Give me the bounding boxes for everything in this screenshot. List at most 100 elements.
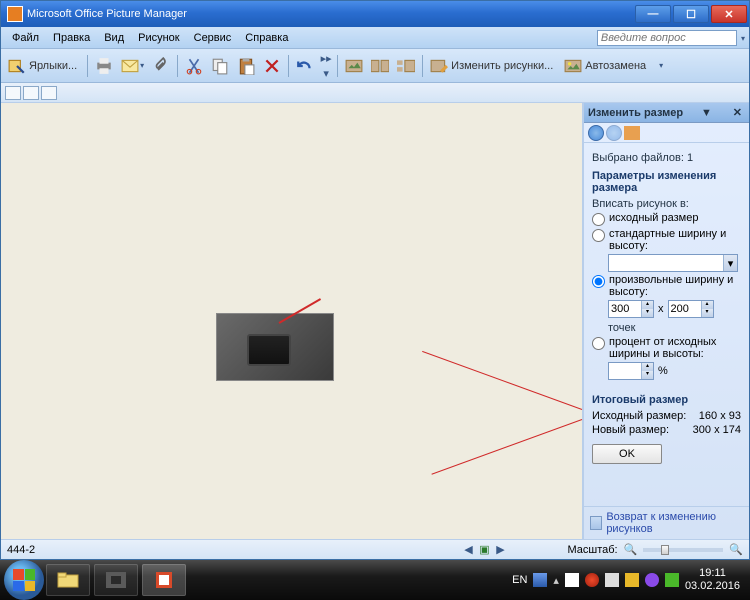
- nav-controls: ◀ ▣ ▶: [461, 543, 507, 557]
- toolbar-overflow[interactable]: ▸▸▾: [319, 52, 333, 80]
- back-icon: [590, 516, 602, 530]
- custom-size-row: ▴▾ x ▴▾: [608, 300, 741, 318]
- width-spinner[interactable]: ▴▾: [608, 300, 654, 318]
- menu-file[interactable]: Файл: [5, 30, 46, 46]
- new-size-value: 300 x 174: [693, 424, 741, 436]
- view-filmstrip-button[interactable]: [23, 86, 39, 100]
- width-input[interactable]: [609, 303, 641, 315]
- panel-header[interactable]: Изменить размер ▼ ✕: [584, 103, 749, 123]
- shortcuts-button[interactable]: Ярлыки...: [5, 53, 83, 79]
- radio-percent[interactable]: процент от исходных ширины и высоты:: [592, 336, 741, 360]
- clock-time: 19:11: [685, 567, 740, 580]
- app-icon: [7, 6, 23, 22]
- menu-picture[interactable]: Рисунок: [131, 30, 187, 46]
- picture-canvas[interactable]: [1, 103, 583, 539]
- panel-dropdown-icon[interactable]: ▼: [698, 107, 715, 119]
- filename-label: 444-2: [7, 544, 35, 556]
- nav-home-button[interactable]: [624, 126, 640, 140]
- zoom-thumb[interactable]: [661, 545, 669, 555]
- nav-play-button[interactable]: ▣: [477, 543, 491, 557]
- thumbnail-view-button[interactable]: [342, 53, 366, 79]
- height-input[interactable]: [669, 303, 701, 315]
- ok-button[interactable]: OK: [592, 444, 662, 464]
- tray-shield-icon[interactable]: [585, 573, 599, 587]
- radio-standard-input[interactable]: [592, 229, 605, 242]
- percent-spinner[interactable]: ▴▾: [608, 362, 654, 380]
- filmstrip-view-button[interactable]: [368, 53, 392, 79]
- tray-volume-icon[interactable]: [605, 573, 619, 587]
- print-button[interactable]: [92, 53, 116, 79]
- menu-tools[interactable]: Сервис: [187, 30, 239, 46]
- radio-custom[interactable]: произвольные ширину и высоту:: [592, 274, 741, 298]
- minimize-button[interactable]: —: [635, 5, 671, 23]
- system-tray: EN ▴ 19:11 03.02.2016: [512, 567, 746, 593]
- menu-edit[interactable]: Правка: [46, 30, 97, 46]
- window-controls: — ☐ ✕: [635, 5, 747, 23]
- radio-original[interactable]: исходный размер: [592, 212, 741, 226]
- back-to-edit-link[interactable]: Возврат к изменению рисунков: [606, 511, 743, 535]
- edit-pictures-button[interactable]: Изменить рисунки...: [427, 53, 559, 79]
- tray-network-icon[interactable]: [533, 573, 547, 587]
- height-spinner[interactable]: ▴▾: [668, 300, 714, 318]
- undo-button[interactable]: [293, 53, 317, 79]
- resize-panel: Изменить размер ▼ ✕ Выбрано файлов: 1 Па…: [583, 103, 749, 539]
- fit-label: Вписать рисунок в:: [592, 198, 741, 210]
- percent-input[interactable]: [609, 365, 641, 377]
- task-photo-viewer[interactable]: [94, 564, 138, 596]
- zoom-in-icon[interactable]: 🔍: [729, 543, 743, 556]
- single-view-button[interactable]: [394, 53, 418, 79]
- status-bar: 444-2 ◀ ▣ ▶ Масштаб: 🔍 🔍: [1, 539, 749, 559]
- toolbar: Ярлыки... ▸▸▾ Изменить рисунки... Автоза…: [1, 49, 749, 83]
- close-button[interactable]: ✕: [711, 5, 747, 23]
- copy-button[interactable]: [208, 53, 232, 79]
- chevron-down-icon[interactable]: ▾: [723, 255, 737, 271]
- nav-next-button[interactable]: ▶: [493, 543, 507, 557]
- tray-app-icon[interactable]: [665, 573, 679, 587]
- help-search-input[interactable]: [597, 30, 737, 46]
- zoom-controls: Масштаб: 🔍 🔍: [567, 543, 743, 556]
- radio-standard[interactable]: стандартные ширину и высоту:: [592, 228, 741, 252]
- view-single-button[interactable]: [41, 86, 57, 100]
- clock-date: 03.02.2016: [685, 580, 740, 593]
- tray-app-icon[interactable]: [645, 573, 659, 587]
- panel-close-icon[interactable]: ✕: [730, 106, 745, 119]
- zoom-slider[interactable]: [643, 548, 723, 552]
- radio-custom-input[interactable]: [592, 275, 605, 288]
- new-size-row: Новый размер:300 x 174: [592, 424, 741, 436]
- attach-button[interactable]: [149, 53, 173, 79]
- autofix-button[interactable]: Автозамена: [561, 53, 652, 79]
- start-button[interactable]: [4, 560, 44, 600]
- cut-button[interactable]: [182, 53, 206, 79]
- radio-original-input[interactable]: [592, 213, 605, 226]
- taskbar[interactable]: EN ▴ 19:11 03.02.2016: [0, 560, 750, 600]
- delete-button[interactable]: [260, 53, 284, 79]
- maximize-button[interactable]: ☐: [673, 5, 709, 23]
- nav-prev-button[interactable]: ◀: [461, 543, 475, 557]
- toolbar-overflow[interactable]: ▾: [654, 61, 668, 70]
- mail-button[interactable]: [118, 53, 147, 79]
- annotation-line: [279, 298, 322, 324]
- tray-show-hidden-icon[interactable]: ▴: [553, 574, 559, 587]
- clock[interactable]: 19:11 03.02.2016: [685, 567, 740, 593]
- nav-forward-button[interactable]: [606, 125, 622, 141]
- view-thumbnails-button[interactable]: [5, 86, 21, 100]
- task-explorer[interactable]: [46, 564, 90, 596]
- tray-flag-icon[interactable]: [565, 573, 579, 587]
- percent-suffix: %: [658, 365, 668, 377]
- main-area: Изменить размер ▼ ✕ Выбрано файлов: 1 Па…: [1, 103, 749, 539]
- radio-percent-input[interactable]: [592, 337, 605, 350]
- chevron-down-icon[interactable]: [740, 32, 745, 44]
- language-indicator[interactable]: EN: [512, 574, 527, 586]
- tray-app-icon[interactable]: [625, 573, 639, 587]
- menu-bar: Файл Правка Вид Рисунок Сервис Справка: [1, 27, 749, 49]
- zoom-out-icon[interactable]: 🔍: [624, 543, 638, 556]
- picture-preview[interactable]: [216, 313, 334, 381]
- task-picture-manager[interactable]: [142, 564, 186, 596]
- nav-back-button[interactable]: [588, 125, 604, 141]
- menu-view[interactable]: Вид: [97, 30, 131, 46]
- paste-button[interactable]: [234, 53, 258, 79]
- toolbar-separator: [337, 55, 338, 77]
- title-bar[interactable]: Microsoft Office Picture Manager — ☐ ✕: [1, 1, 749, 27]
- menu-help[interactable]: Справка: [238, 30, 295, 46]
- standard-size-combo[interactable]: ▾: [608, 254, 738, 272]
